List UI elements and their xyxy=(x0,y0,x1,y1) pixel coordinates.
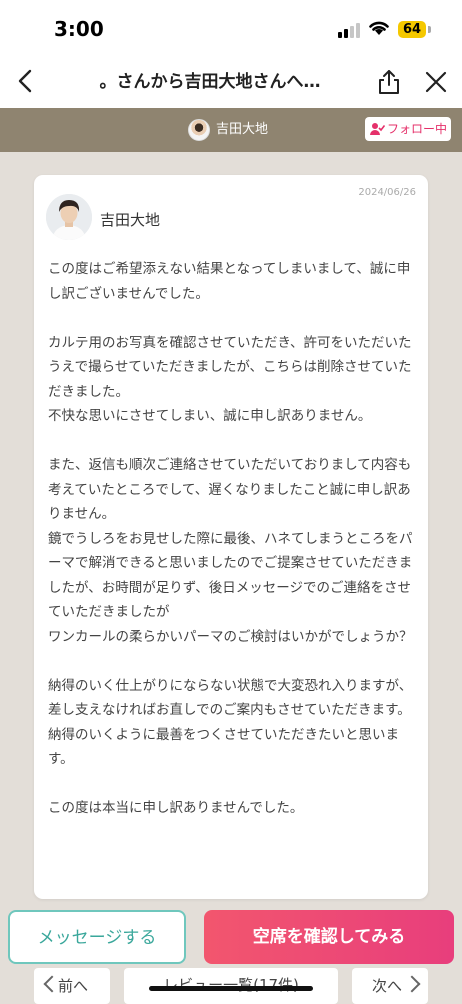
battery-icon: 64 xyxy=(398,21,426,38)
stylist-photo xyxy=(46,194,92,240)
chevron-left-icon[interactable] xyxy=(12,66,40,96)
stylist-name: 吉田大地 xyxy=(216,122,269,137)
home-indicator[interactable] xyxy=(149,986,313,991)
prev-label: 前へ xyxy=(58,977,89,995)
reply-body: この度はご希望添えない結果となってしまいまして、誠に申し訳ございませんでした。 … xyxy=(48,257,418,821)
follow-label: フォロー中 xyxy=(387,122,448,136)
follow-button[interactable]: フォロー中 xyxy=(365,117,451,141)
reply-author: 吉田大地 xyxy=(100,211,161,229)
reply-paragraph: この度はご希望添えない結果となってしまいまして、誠に申し訳ございませんでした。 xyxy=(48,261,411,302)
status-time: 3:00 xyxy=(54,17,104,41)
check-availability-button[interactable]: 空席を確認してみる xyxy=(204,910,454,964)
share-icon[interactable] xyxy=(376,68,402,96)
avatar xyxy=(46,194,92,240)
reply-paragraph: この度は本当に申し訳ありませんでした。 xyxy=(48,800,304,816)
reply-paragraph: また、返信も順次ご連絡させていただいておりまして内容も考えていたところでして、遅… xyxy=(48,457,413,645)
prev-page-button[interactable]: 前へ xyxy=(34,968,110,1004)
next-page-button[interactable]: 次へ xyxy=(352,968,428,1004)
avatar xyxy=(188,119,210,141)
next-label: 次へ xyxy=(372,977,403,995)
reply-paragraph: 納得のいく仕上がりにならない状態で大変恐れ入りますが、差し支えなければお直しでの… xyxy=(48,677,413,768)
reply-date: 2024/06/26 xyxy=(358,187,416,198)
page-title: 。さんから吉田大地さんへ… xyxy=(99,72,321,92)
nav-bar: 。さんから吉田大地さんへ… xyxy=(0,56,462,108)
chevron-right-icon xyxy=(403,975,421,993)
status-bar: 3:00 64 xyxy=(0,0,462,56)
person-check-icon xyxy=(370,123,385,135)
close-icon[interactable] xyxy=(424,70,448,94)
bottom-action-bar: メッセージする 空席を確認してみる 前へ レビュー一覧(17件) 次へ xyxy=(0,900,462,1004)
battery-cap xyxy=(428,26,431,33)
cellular-signal-icon xyxy=(338,22,362,38)
stylist-bar: 吉田大地 フォロー中 xyxy=(0,108,462,152)
message-button[interactable]: メッセージする xyxy=(8,910,186,964)
reply-paragraph: カルテ用のお写真を確認させていただき、許可をいただいたうえで撮らせていただきまし… xyxy=(48,334,412,425)
wifi-icon xyxy=(369,21,389,35)
reply-card: 2024/06/26 吉田大地 この度はご希望添えない結果となってしまいまして、… xyxy=(34,175,428,899)
